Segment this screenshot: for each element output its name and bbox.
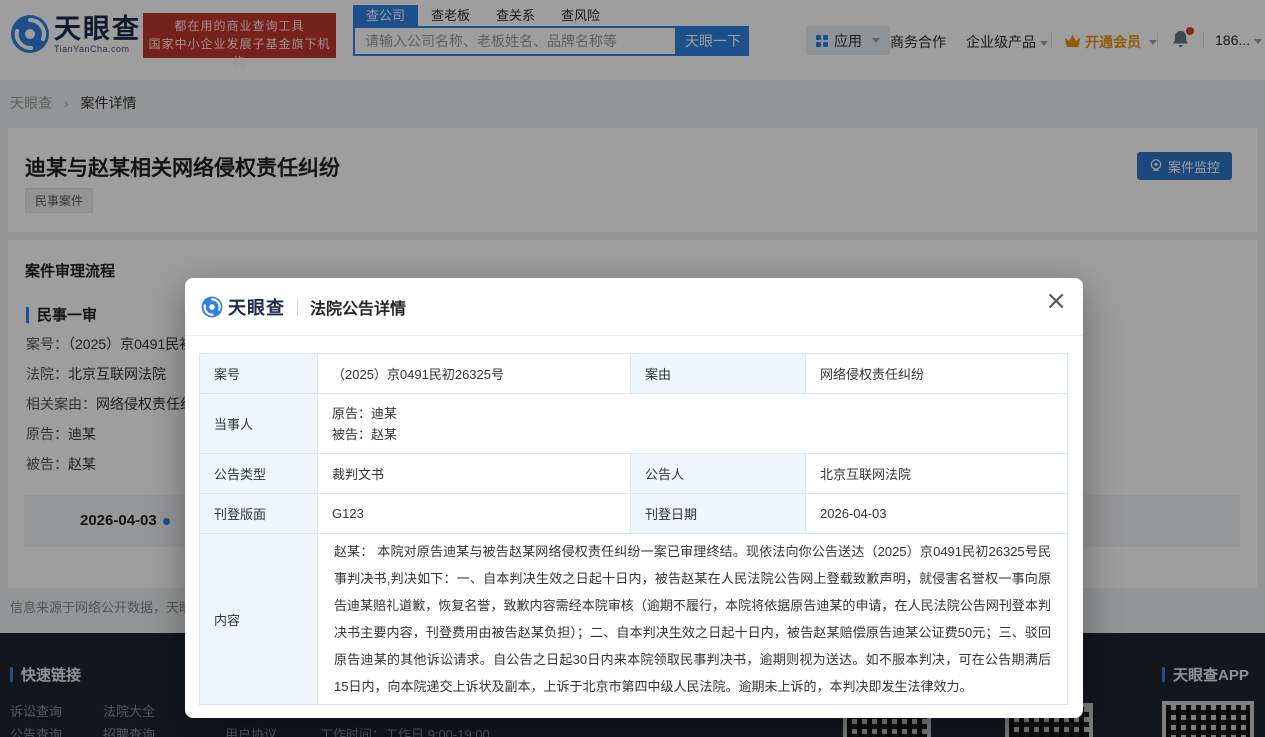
table-row: 刊登版面 G123 刊登日期 2026-04-03 xyxy=(200,494,1068,534)
party-value: 原告：迪某 被告：赵某 xyxy=(318,394,1068,454)
modal-title: 法院公告详情 xyxy=(310,295,406,319)
page: 天眼查 TianYanCha.com 都在用的商业查询工具 国家中小企业发展子基… xyxy=(0,0,1265,737)
party-plaintiff: 原告：迪某 xyxy=(332,403,1053,424)
court-announcement-modal: 天眼查 法院公告详情 × 案号 （2025）京0491民初26325号 案由 网… xyxy=(185,278,1083,718)
content-value: 赵某： 本院对原告迪某与被告赵某网络侵权责任纠纷一案已审理终结。现依法向你公告送… xyxy=(318,534,1068,705)
case-no-label: 案号 xyxy=(200,354,318,394)
party-label: 当事人 xyxy=(200,394,318,454)
announcement-table: 案号 （2025）京0491民初26325号 案由 网络侵权责任纠纷 当事人 原… xyxy=(199,353,1068,705)
modal-header: 天眼查 法院公告详情 × xyxy=(185,278,1083,336)
page-label: 刊登版面 xyxy=(200,494,318,534)
content-label: 内容 xyxy=(200,534,318,705)
announcer-value: 北京互联网法院 xyxy=(806,454,1068,494)
modal-brand: 天眼查 xyxy=(228,294,285,320)
date-value: 2026-04-03 xyxy=(806,494,1068,534)
cause-value: 网络侵权责任纠纷 xyxy=(806,354,1068,394)
type-value: 裁判文书 xyxy=(318,454,631,494)
table-row: 内容 赵某： 本院对原告迪某与被告赵某网络侵权责任纠纷一案已审理终结。现依法向你… xyxy=(200,534,1068,705)
party-defendant: 被告：赵某 xyxy=(332,424,1053,445)
divider xyxy=(297,298,298,316)
logo-eye-icon xyxy=(201,296,223,318)
announcer-label: 公告人 xyxy=(631,454,806,494)
table-row: 公告类型 裁判文书 公告人 北京互联网法院 xyxy=(200,454,1068,494)
page-value: G123 xyxy=(318,494,631,534)
case-no-value: （2025）京0491民初26325号 xyxy=(318,354,631,394)
date-label: 刊登日期 xyxy=(631,494,806,534)
table-row: 案号 （2025）京0491民初26325号 案由 网络侵权责任纠纷 xyxy=(200,354,1068,394)
table-row: 当事人 原告：迪某 被告：赵某 xyxy=(200,394,1068,454)
cause-label: 案由 xyxy=(631,354,806,394)
close-icon[interactable]: × xyxy=(1045,288,1067,314)
type-label: 公告类型 xyxy=(200,454,318,494)
